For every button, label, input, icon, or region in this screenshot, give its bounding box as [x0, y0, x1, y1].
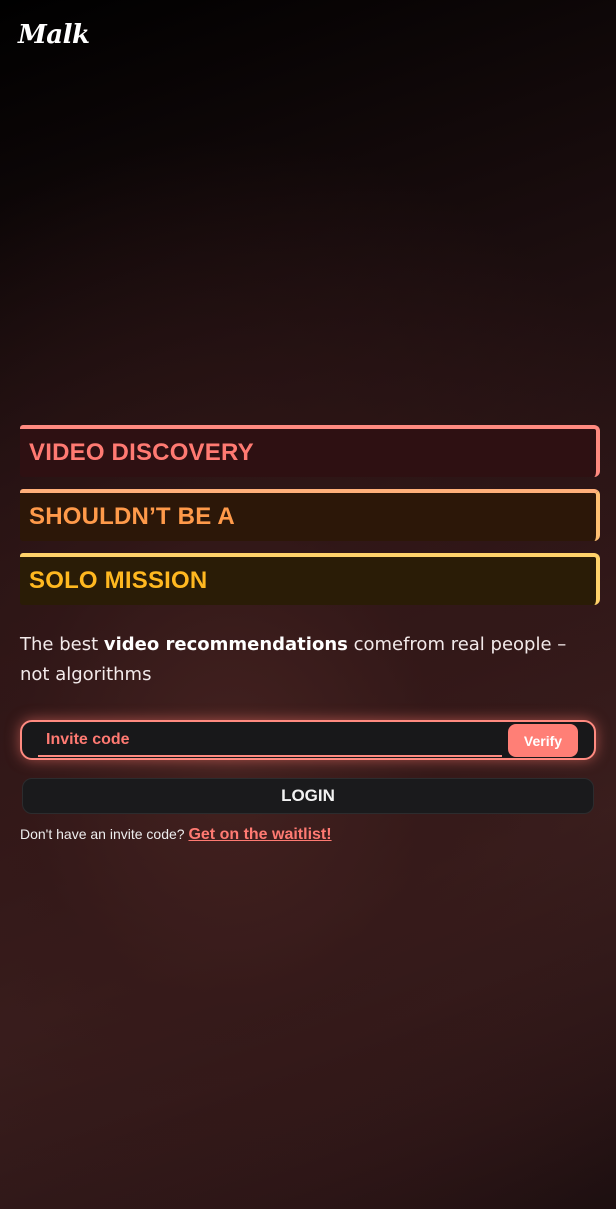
tagline-part-1: The best	[20, 634, 104, 655]
login-button[interactable]: LOGIN	[22, 778, 594, 814]
app-logo[interactable]: Malk	[18, 20, 90, 50]
headline-line-1: VIDEO DISCOVERY	[20, 425, 600, 477]
waitlist-link[interactable]: Get on the waitlist!	[188, 826, 331, 843]
waitlist-prompt: Don't have an invite code? Get on the wa…	[20, 826, 332, 844]
invite-code-input[interactable]	[38, 725, 502, 757]
headline-line-2: SHOULDN’T BE A	[20, 489, 600, 541]
tagline-bold: video recommendations	[103, 634, 348, 655]
waitlist-prompt-text: Don't have an invite code?	[20, 826, 189, 842]
headline-line-2-text: SHOULDN’T BE A	[29, 503, 235, 530]
headline-line-3: SOLO MISSION	[20, 553, 600, 605]
headline-line-3-text: SOLO MISSION	[29, 567, 208, 594]
tagline: The best video recommendations comefrom …	[20, 630, 580, 690]
verify-button[interactable]: Verify	[508, 724, 578, 757]
invite-code-form: Verify	[20, 720, 596, 760]
headline-line-1-text: VIDEO DISCOVERY	[29, 439, 254, 466]
